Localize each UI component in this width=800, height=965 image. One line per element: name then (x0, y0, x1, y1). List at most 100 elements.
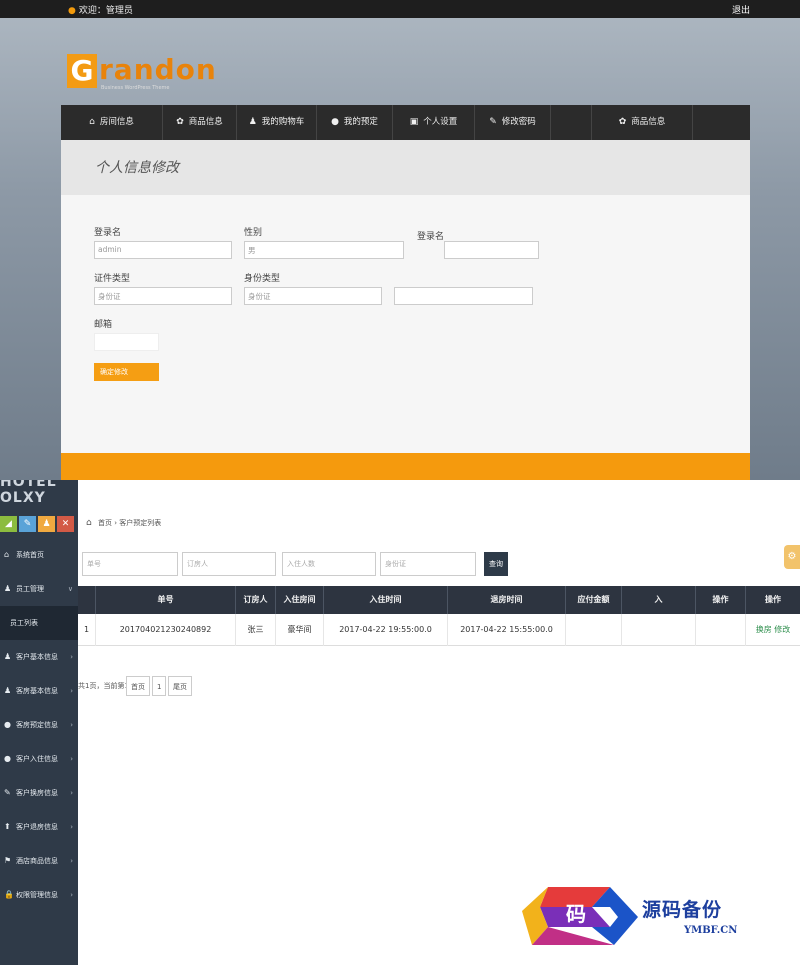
gear-icon: ✿ (176, 117, 184, 127)
chevron-right-icon: › (70, 687, 73, 695)
sidebar-item-hotel-goods[interactable]: ⚑ 酒店商品信息 › (0, 844, 78, 878)
col-checkout: 退房时间 (448, 586, 566, 614)
user-icon[interactable]: ♟ (38, 516, 55, 532)
share-icon[interactable]: ✕ (57, 516, 74, 532)
watermark-logo: 码 源码备份 YMBF.CN (518, 881, 768, 951)
email-input[interactable] (94, 333, 159, 351)
id-type2-label: 身份类型 (244, 274, 281, 284)
admin-sidebar: HOTEL OLXY ◢ ✎ ♟ ✕ ⌂ 系统首页 ♟ 员工管理 ∨ 员工列表 ♟ 客户… (0, 480, 78, 965)
breadcrumb-current: 客户预定列表 (119, 519, 162, 527)
sidebar-item-checkin[interactable]: ● 客户入住信息 › (0, 742, 78, 776)
sidebar-shortcuts: ◢ ✎ ♟ ✕ (0, 516, 78, 532)
pin-icon: ● (4, 754, 11, 763)
users-icon: ♟ (4, 584, 12, 593)
wrench-icon: ✎ (4, 788, 11, 797)
welcome-text: ● 欢迎：管理员 (68, 6, 133, 16)
order-no-input[interactable]: 单号 (82, 552, 178, 576)
brand-logo: HOTEL OLXY (0, 480, 57, 506)
top-screenshot: ● 欢迎：管理员 退出 G randon Business WordPress T… (0, 0, 800, 480)
users-icon: ♟ (4, 652, 12, 661)
swap-room-link[interactable]: 换房 (756, 625, 772, 634)
chevron-right-icon: › (70, 891, 73, 899)
page-header: 个人信息修改 (61, 140, 750, 195)
nav-goods-info[interactable]: ✿ 商品信息 (163, 105, 237, 140)
row-index: 1 (78, 614, 96, 646)
chevron-right-icon: › (70, 823, 73, 831)
logout-link[interactable]: 退出 (732, 3, 750, 16)
row-checkin: 2017-04-22 19:55:00.0 (324, 614, 448, 646)
row-order-no: 201704021230240892 (96, 614, 236, 646)
page-1-button[interactable]: 1 (152, 676, 167, 696)
row-checkout: 2017-04-22 15:55:00.0 (448, 614, 566, 646)
top-bar: ● 欢迎：管理员 退出 (0, 0, 800, 18)
id-type-input[interactable]: 身份证 (94, 287, 232, 305)
pencil-icon: ✎ (489, 117, 497, 127)
gender-input[interactable]: 男 (244, 241, 404, 259)
nav-my-bookings[interactable]: ● 我的预定 (317, 105, 393, 140)
main-panel: ⌂ 房间信息 ✿ 商品信息 ♟ 我的购物车 ● 我的预定 ▣ 个人设置 ✎ 修改密码 ✿ 商品… (61, 105, 750, 480)
chart-icon[interactable]: ◢ (0, 516, 17, 532)
login2-input[interactable] (444, 241, 539, 259)
lock-icon: 🔒 (4, 890, 14, 899)
row-actions: 换房 修改 (746, 614, 800, 646)
pin-icon: ● (4, 720, 11, 729)
sidebar-item-room-change[interactable]: ✎ 客户换房信息 › (0, 776, 78, 810)
sidebar-item-customer-info[interactable]: ♟ 客户基本信息 › (0, 640, 78, 674)
row-in (622, 614, 696, 646)
nav-goods-info-2[interactable]: ✿ 商品信息 (591, 105, 693, 140)
booker-input[interactable]: 订房人 (182, 552, 276, 576)
row-amount (566, 614, 622, 646)
nav-room-info[interactable]: ⌂ 房间信息 (61, 105, 163, 140)
breadcrumb-home[interactable]: 首页 (98, 519, 112, 527)
grandon-logo: G randon Business WordPress Theme (67, 54, 227, 94)
col-checkin: 入住时间 (324, 586, 448, 614)
table-header: 单号 订房人 入住房间 入住时间 退房时间 应付金额 入 操作 操作 (78, 586, 800, 614)
breadcrumb: ⌂ 首页 › 客户预定列表 (86, 518, 162, 528)
query-button[interactable]: 查询 (484, 552, 508, 576)
sidebar-item-permissions[interactable]: 🔒 权限管理信息 › (0, 878, 78, 912)
nav-personal-settings[interactable]: ▣ 个人设置 (393, 105, 475, 140)
watermark-text: 源码备份 (642, 899, 723, 921)
sidebar-item-staff[interactable]: ♟ 员工管理 ∨ (0, 572, 78, 606)
chevron-right-icon: › (70, 789, 73, 797)
login2-label: 登录名 (417, 232, 445, 242)
row-booker: 张三 (236, 614, 276, 646)
users-icon: ♟ (4, 686, 12, 695)
settings-tab-icon[interactable]: ⚙ (784, 545, 800, 569)
profile-form: 登录名 admin 性别 男 登录名 证件类型 身份证 身份类型 身份证 邮箱 … (61, 195, 750, 453)
watermark-emblem: 码 (522, 887, 638, 945)
sidebar-item-bookings[interactable]: ● 客房预定信息 › (0, 708, 78, 742)
flag-icon: ⚑ (4, 856, 12, 865)
main-nav: ⌂ 房间信息 ✿ 商品信息 ♟ 我的购物车 ● 我的预定 ▣ 个人设置 ✎ 修改密码 ✿ 商品… (61, 105, 750, 140)
watermark-subtext: YMBF.CN (684, 925, 738, 936)
submit-button[interactable]: 确定修改 (94, 363, 159, 381)
chevron-right-icon: › (70, 755, 73, 763)
footer-bar (61, 453, 750, 480)
extra-input[interactable] (394, 287, 533, 305)
id-type2-input[interactable]: 身份证 (244, 287, 382, 305)
col-booker: 订房人 (236, 586, 276, 614)
guests-input[interactable]: 入住人数 (282, 552, 376, 576)
pencil-icon[interactable]: ✎ (19, 516, 36, 532)
sidebar-item-home[interactable]: ⌂ 系统首页 (0, 538, 78, 572)
login-input[interactable]: admin (94, 241, 232, 259)
nav-change-password[interactable]: ✎ 修改密码 (475, 105, 551, 140)
col-op-1: 操作 (696, 586, 746, 614)
first-page-button[interactable]: 首页 (126, 676, 150, 696)
sidebar-item-staff-list[interactable]: 员工列表 (0, 606, 78, 640)
upload-icon: ⬆ (4, 822, 11, 831)
sidebar-item-checkout[interactable]: ⬆ 客户退房信息 › (0, 810, 78, 844)
col-amount: 应付金额 (566, 586, 622, 614)
login-label: 登录名 (94, 228, 122, 238)
nav-cart[interactable]: ♟ 我的购物车 (237, 105, 317, 140)
sidebar-item-room-info[interactable]: ♟ 客房基本信息 › (0, 674, 78, 708)
row-room: 豪华间 (276, 614, 324, 646)
edit-link[interactable]: 修改 (774, 625, 790, 634)
page-title: 个人信息修改 (95, 160, 179, 176)
home-icon: ⌂ (89, 117, 95, 127)
id-card-input[interactable]: 身份证 (380, 552, 476, 576)
last-page-button[interactable]: 尾页 (168, 676, 192, 696)
row-op1 (696, 614, 746, 646)
id-type-label: 证件类型 (94, 274, 131, 284)
user-icon: ♟ (248, 117, 257, 127)
